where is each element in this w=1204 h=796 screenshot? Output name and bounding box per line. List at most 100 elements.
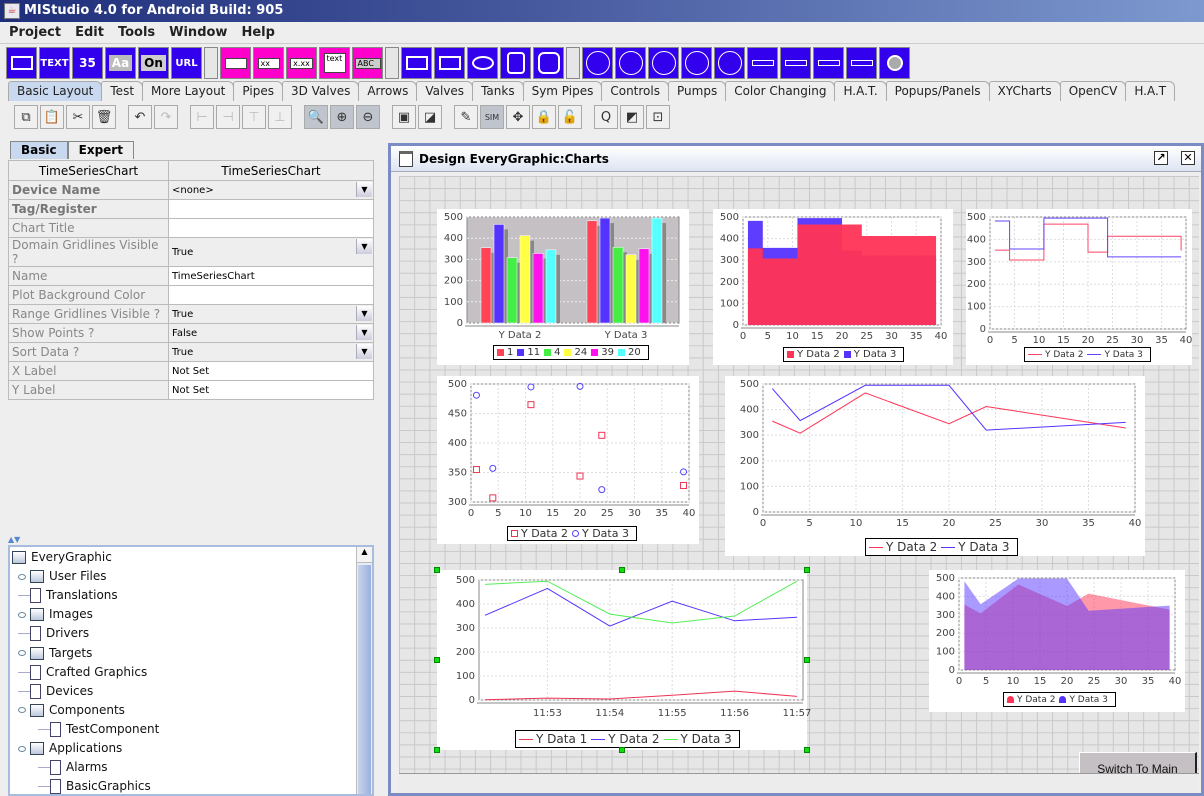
chevron-down-icon[interactable]: ▼: [356, 325, 372, 340]
tree-item-testcomponent[interactable]: TestComponent: [38, 720, 159, 739]
chart-4[interactable]: 300 350 400 450 500 0 5 10 15 20 25 30 35 40 Y Data 2Y…: [437, 376, 699, 544]
zoom-in-button[interactable]: ⊕: [330, 105, 354, 129]
unlock-button[interactable]: 🔓: [558, 105, 582, 129]
palette-bridge-gauge-button[interactable]: [648, 47, 679, 79]
chart-2[interactable]: 0 100 200 300 400 500 0 5 10 15 20 25 30 35 40 Y Data 2…: [713, 209, 953, 365]
expand-handle-icon[interactable]: [18, 650, 26, 656]
tab-h-a-t[interactable]: H.A.T.: [834, 81, 887, 101]
palette-input-field-button[interactable]: [220, 47, 251, 79]
sim-button[interactable]: SIM: [480, 105, 504, 129]
chart-1[interactable]: 0 100 200 300 400 500 Y Data 2Y Data 3 1 11 4 24 39…: [437, 209, 689, 365]
tree-item-everygraphic[interactable]: EveryGraphic: [12, 548, 112, 567]
chart-7[interactable]: 0 100 200 300 400 500 0 5 10 15 20 25 30 35 40 Y Data 2…: [929, 570, 1185, 712]
undo-button[interactable]: ↶: [128, 105, 152, 129]
tree-item-applications[interactable]: Applications: [18, 739, 122, 758]
tab-color-changing[interactable]: Color Changing: [725, 81, 836, 101]
tab-valves[interactable]: Valves: [416, 81, 474, 101]
tree-item-user-files[interactable]: User Files: [18, 567, 107, 586]
tab-tanks[interactable]: Tanks: [472, 81, 524, 101]
menu-tools[interactable]: Tools: [113, 22, 160, 44]
splitter-arrows[interactable]: ▲▼: [8, 535, 20, 544]
palette-ellipse-button[interactable]: [467, 47, 498, 79]
menu-project[interactable]: Project: [4, 22, 66, 44]
palette-panel-button[interactable]: [434, 47, 465, 79]
design-canvas[interactable]: Switch To Main 0 100 200 300 400 500 Y Data 2Y…: [399, 176, 1199, 786]
palette-url-link-button[interactable]: URL: [171, 47, 202, 79]
palette-dial-gauge-button[interactable]: [681, 47, 712, 79]
expand-handle-icon[interactable]: [18, 745, 26, 752]
tree-item-basicgraphics[interactable]: BasicGraphics: [38, 777, 151, 794]
search-button[interactable]: Q: [594, 105, 618, 129]
scroll-up-icon[interactable]: ▲: [357, 547, 372, 563]
lock-button[interactable]: 🔒: [532, 105, 556, 129]
palette-rounded-rect-button[interactable]: [500, 47, 531, 79]
expand-handle-icon[interactable]: [18, 611, 26, 618]
expand-handle-icon[interactable]: [18, 573, 26, 580]
palette-rectangle-button[interactable]: [401, 47, 432, 79]
tab-3d-valves[interactable]: 3D Valves: [281, 81, 360, 101]
property-input[interactable]: [168, 199, 374, 219]
palette-slider-scale-button[interactable]: [813, 47, 844, 79]
palette-led-bar-button[interactable]: [747, 47, 778, 79]
scroll-thumb[interactable]: [358, 565, 371, 794]
palette-dial-gauge-2-button[interactable]: [714, 47, 745, 79]
property-dropdown[interactable]: False ▼: [168, 323, 374, 343]
cut-button[interactable]: ✂: [66, 105, 90, 129]
selection-handle[interactable]: [619, 747, 625, 753]
chevron-down-icon[interactable]: ▼: [356, 306, 372, 321]
chevron-down-icon[interactable]: ▼: [356, 182, 372, 197]
tab-test[interactable]: Test: [101, 81, 144, 101]
palette-level-bar-button[interactable]: [780, 47, 811, 79]
close-icon[interactable]: ✕: [1181, 151, 1195, 165]
property-tab-expert[interactable]: Expert: [67, 141, 134, 159]
property-dropdown[interactable]: True ▼: [168, 237, 374, 267]
palette-arc-gauge-button[interactable]: [582, 47, 613, 79]
tree-item-components[interactable]: Components: [18, 701, 125, 720]
send-back-button[interactable]: ◪: [418, 105, 442, 129]
component-button[interactable]: ⊡: [646, 105, 670, 129]
palette-combo-box-button[interactable]: ABC: [352, 47, 383, 79]
zoom-button[interactable]: 🔍: [304, 105, 328, 129]
chevron-down-icon[interactable]: ▼: [356, 344, 372, 359]
property-input[interactable]: Not Set: [168, 380, 374, 400]
tab-basic-layout[interactable]: Basic Layout: [8, 81, 103, 101]
resize-button[interactable]: ◩: [620, 105, 644, 129]
property-input[interactable]: TimeSeriesChart: [168, 266, 374, 286]
chart-3[interactable]: 0 100 200 300 400 500 0 5 10 15 20 25 30 35 40 Y Data 2…: [966, 209, 1192, 365]
palette-seven-segment-button[interactable]: 35: [72, 47, 103, 79]
selection-handle[interactable]: [434, 657, 440, 663]
palette-text-widget-button[interactable]: TEXT: [39, 47, 70, 79]
tab-controls[interactable]: Controls: [601, 81, 669, 101]
property-tab-basic[interactable]: Basic: [10, 141, 68, 159]
paste-button[interactable]: 📋: [40, 105, 64, 129]
property-dropdown[interactable]: True ▼: [168, 342, 374, 362]
palette-on-button-button[interactable]: On: [138, 47, 169, 79]
delete-button[interactable]: 🗑: [92, 105, 116, 129]
move-button[interactable]: ✥: [506, 105, 530, 129]
palette-text-area-button[interactable]: text: [319, 47, 350, 79]
chart-5[interactable]: 0 100 200 300 400 500 0 5 10 15 20 25 30 35 40 Y Data 2…: [725, 376, 1145, 556]
palette-side-gauge-button[interactable]: [615, 47, 646, 79]
chevron-down-icon[interactable]: ▼: [356, 239, 372, 254]
maximize-icon[interactable]: ↗: [1154, 151, 1168, 165]
align-top-button[interactable]: ⊤: [242, 105, 266, 129]
tree-item-targets[interactable]: Targets: [18, 644, 92, 663]
property-dropdown[interactable]: <none> ▼: [168, 180, 374, 200]
selection-handle[interactable]: [804, 657, 810, 663]
tab-more-layout[interactable]: More Layout: [142, 81, 235, 101]
tab-pumps[interactable]: Pumps: [668, 81, 727, 101]
edit-graphic-button[interactable]: ✎: [454, 105, 478, 129]
chart-6[interactable]: 0 100 200 300 400 500 11:53 11:54 11:55 11:56 11:5…: [437, 570, 811, 750]
palette-font-aa-button[interactable]: Aa: [105, 47, 136, 79]
selection-handle[interactable]: [434, 747, 440, 753]
property-dropdown[interactable]: True ▼: [168, 304, 374, 324]
selection-handle[interactable]: [804, 567, 810, 573]
palette-knob-button[interactable]: [879, 47, 910, 79]
expand-handle-icon[interactable]: [18, 707, 26, 714]
palette-hexagon-button[interactable]: [533, 47, 564, 79]
tab-pipes[interactable]: Pipes: [233, 81, 283, 101]
tree-item-devices[interactable]: Devices: [18, 682, 93, 701]
tab-sym-pipes[interactable]: Sym Pipes: [522, 81, 603, 101]
tree-item-drivers[interactable]: Drivers: [18, 624, 89, 643]
palette-led-bar-2-button[interactable]: [846, 47, 877, 79]
